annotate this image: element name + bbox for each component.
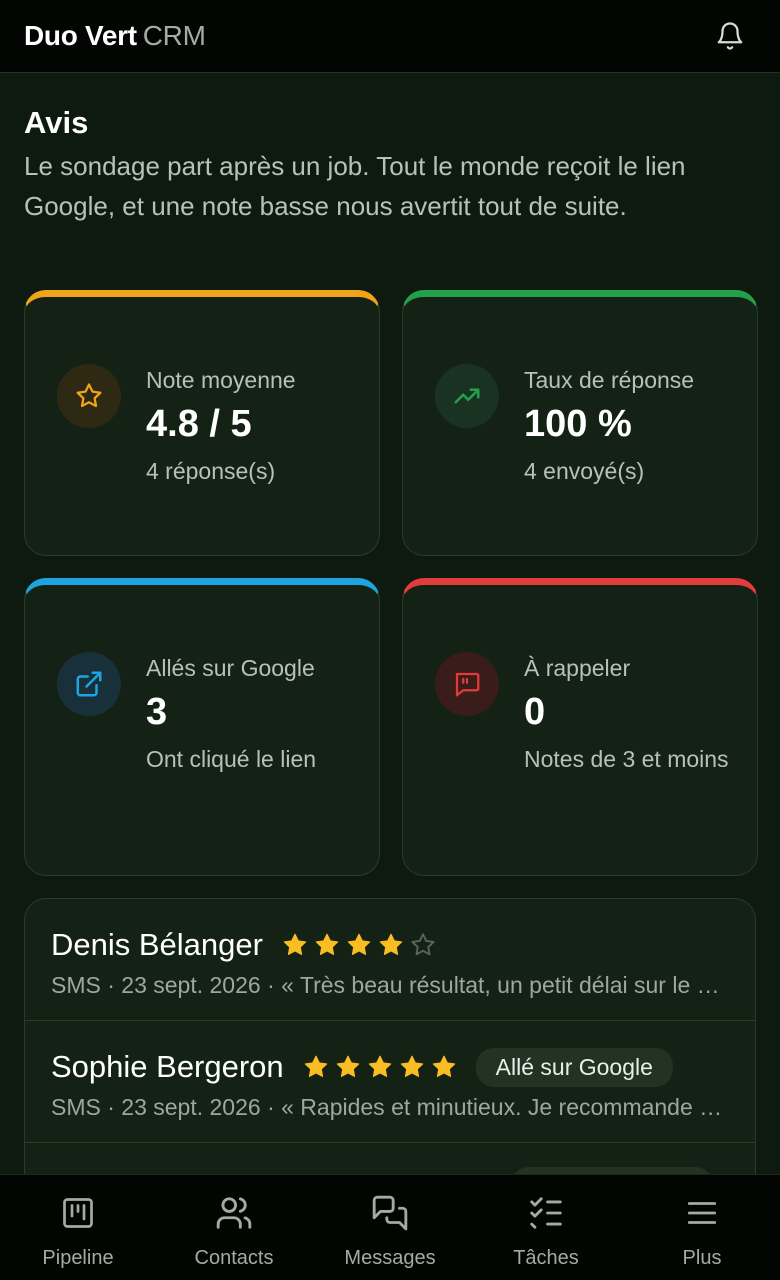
star-filled-icon <box>283 933 307 955</box>
nav-item-tasks[interactable]: Tâches <box>468 1175 624 1280</box>
checklist-icon <box>526 1193 566 1233</box>
page-description: Le sondage part après un job. Tout le mo… <box>24 151 686 221</box>
nav-item-more[interactable]: Plus <box>624 1175 780 1280</box>
reviews-list: Denis Bélanger SMS · 23 sept. 2026 · « T… <box>24 898 756 1198</box>
bell-icon[interactable] <box>714 20 746 52</box>
list-item[interactable]: Sophie Bergeron Allé sur Google SMS · 23… <box>25 1021 755 1143</box>
kanban-icon <box>58 1193 98 1233</box>
nav-label: Pipeline <box>42 1247 114 1269</box>
stat-value: 0 <box>524 691 546 733</box>
stat-value: 4.8 / 5 <box>146 403 252 445</box>
stat-subtext: 4 réponse(s) <box>146 458 276 484</box>
stat-card-follow-up: À rappeler 0 Notes de 3 et moins <box>402 578 758 876</box>
reviewer-name: Sophie Bergeron <box>51 1049 284 1084</box>
stat-value: 100 % <box>524 403 632 445</box>
messages-icon <box>370 1193 410 1233</box>
brand-name: Duo Vert <box>24 20 137 51</box>
stat-label: À rappeler <box>524 655 631 681</box>
stat-card-google-clicks: Allés sur Google 3 Ont cliqué le lien <box>24 578 380 876</box>
star-filled-icon <box>400 1055 423 1077</box>
stats-grid: Note moyenne 4.8 / 5 4 réponse(s) Taux d… <box>24 290 758 876</box>
stat-subtext: Ont cliqué le lien <box>146 746 317 772</box>
star-filled-icon <box>304 1055 327 1077</box>
star-filled-icon <box>432 1055 455 1077</box>
stat-label: Allés sur Google <box>146 655 315 681</box>
nav-item-contacts[interactable]: Contacts <box>156 1175 312 1280</box>
nav-label: Tâches <box>513 1247 579 1269</box>
nav-label: Plus <box>682 1247 722 1269</box>
nav-item-messages[interactable]: Messages <box>312 1175 468 1280</box>
external-link-icon <box>57 652 121 716</box>
stat-label: Note moyenne <box>146 367 296 393</box>
page-title: Avis <box>24 105 89 140</box>
star-filled-icon <box>379 933 403 955</box>
app-brand[interactable]: Duo Vert CRM <box>24 20 206 52</box>
stat-label: Taux de réponse <box>524 367 695 393</box>
top-bar: Duo Vert CRM <box>0 0 780 73</box>
star-filled-icon <box>315 933 339 955</box>
page-header: Avis Le sondage part après un job. Tout … <box>24 104 758 226</box>
google-badge: Allé sur Google <box>475 1047 673 1087</box>
users-icon <box>214 1193 254 1233</box>
trending-up-icon <box>435 364 499 428</box>
star-filled-icon <box>347 933 371 955</box>
stat-card-response-rate: Taux de réponse 100 % 4 envoyé(s) <box>402 290 758 556</box>
star-icon <box>57 364 121 428</box>
nav-label: Messages <box>344 1247 436 1269</box>
stat-subtext: Notes de 3 et moins <box>524 746 729 772</box>
bottom-nav: Pipeline Contacts Messages Tâches Plus <box>0 1174 780 1280</box>
nav-label: Contacts <box>194 1247 274 1269</box>
quote-message-icon <box>435 652 499 716</box>
reviewer-name: Denis Bélanger <box>51 927 263 962</box>
stat-value: 3 <box>146 691 168 733</box>
menu-icon <box>682 1193 722 1233</box>
star-filled-icon <box>336 1055 359 1077</box>
star-filled-icon <box>368 1055 391 1077</box>
list-item[interactable]: Denis Bélanger SMS · 23 sept. 2026 · « T… <box>25 899 755 1021</box>
review-meta: SMS · 23 sept. 2026 · « Très beau résult… <box>51 972 731 998</box>
brand-suffix: CRM <box>142 20 206 51</box>
stat-subtext: 4 envoyé(s) <box>524 458 645 484</box>
review-meta: SMS · 23 sept. 2026 · « Rapides et minut… <box>51 1094 731 1120</box>
star-rating <box>302 1053 458 1081</box>
star-empty-icon <box>411 933 435 956</box>
nav-item-pipeline[interactable]: Pipeline <box>0 1175 156 1280</box>
stat-card-average-rating: Note moyenne 4.8 / 5 4 réponse(s) <box>24 290 380 556</box>
star-rating <box>281 931 437 959</box>
